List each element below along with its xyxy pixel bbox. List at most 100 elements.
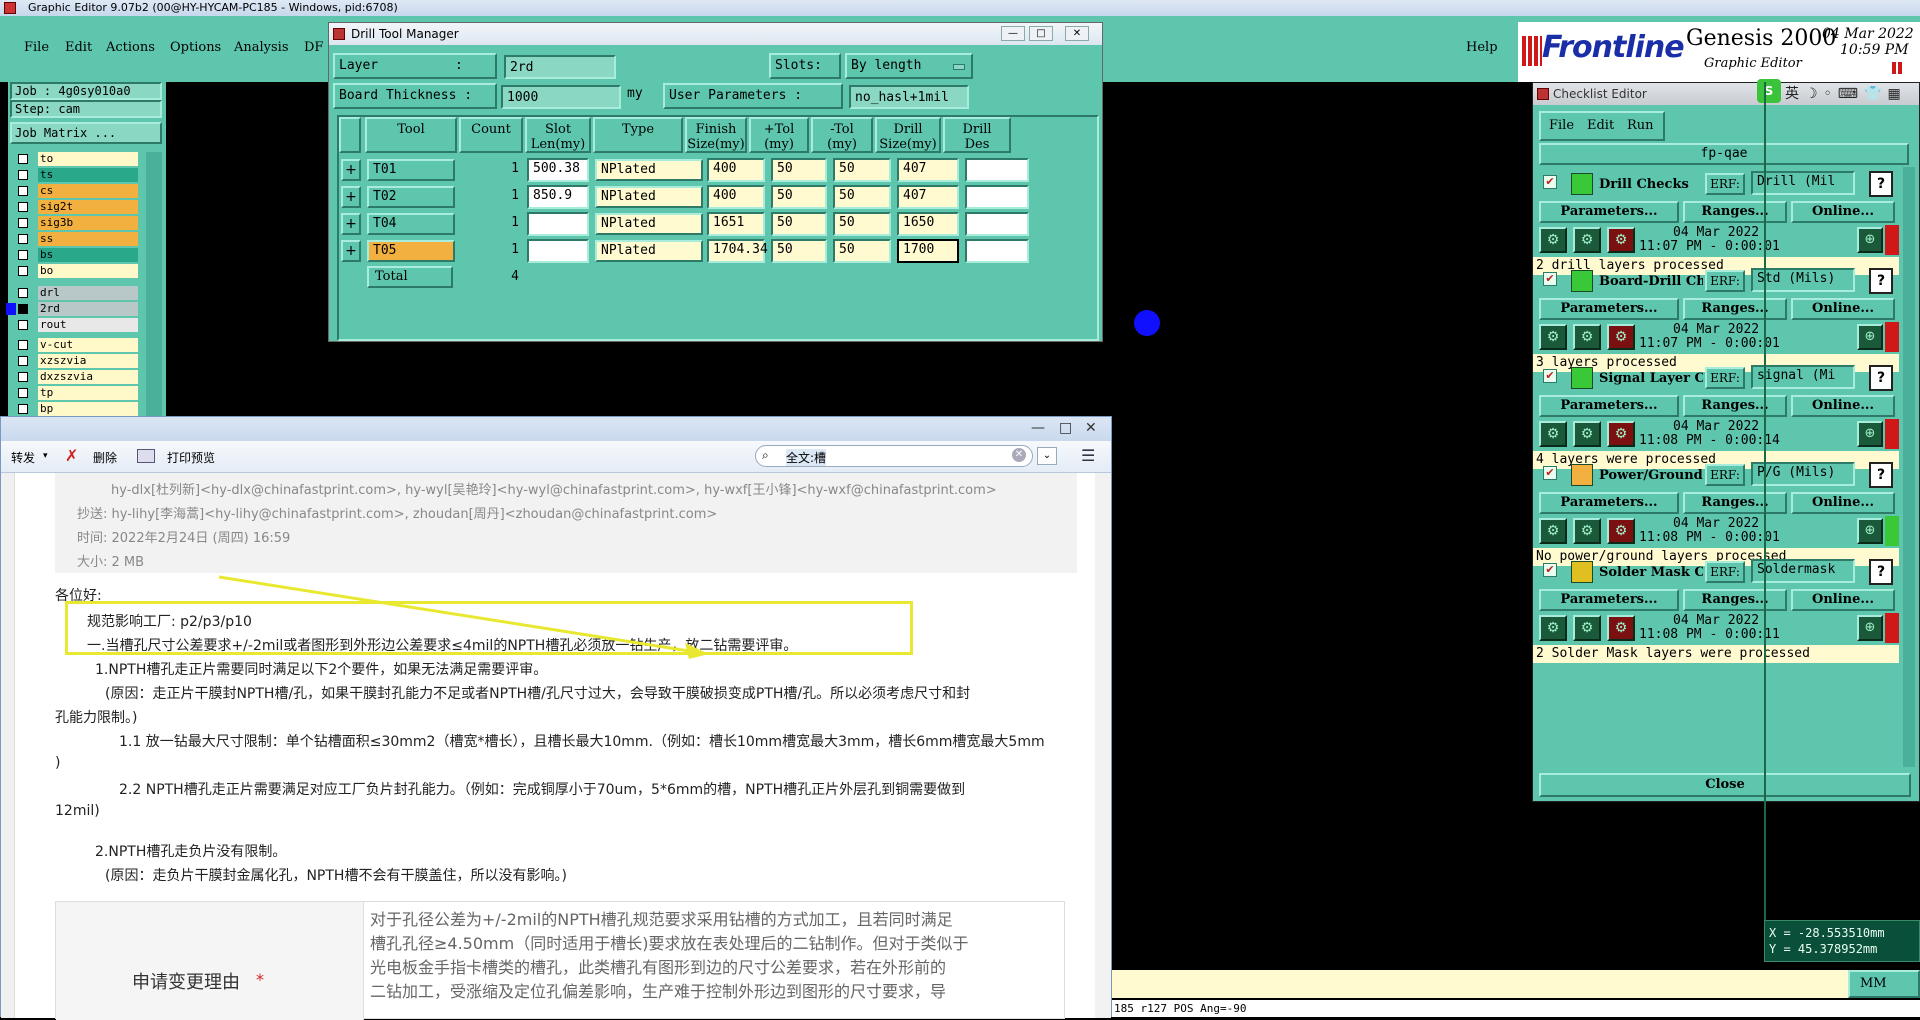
layer-checkbox[interactable] [18,288,28,298]
cell-ptol-input[interactable]: 50 [771,239,827,263]
layer-checkbox[interactable] [18,304,28,314]
checklist-menu-file[interactable]: File [1549,118,1574,133]
help-icon[interactable]: ? [1869,268,1893,294]
checklist-item-checkbox[interactable]: ✔ [1543,466,1557,480]
zoom-results-icon[interactable]: ⊕ [1857,421,1883,447]
tool-button[interactable]: T01 [367,159,455,181]
stop-run-icon[interactable]: ⚙ [1607,227,1635,253]
layer-row-ts[interactable]: ts [16,168,138,182]
type-dropdown[interactable]: NPlated [595,159,703,181]
checklist-menu-run[interactable]: Run [1627,118,1654,133]
layer-checkbox[interactable] [18,234,28,244]
layer-row-to[interactable]: to [16,152,138,166]
parameters-button[interactable]: Parameters... [1539,589,1679,611]
menu-edit[interactable]: Edit [65,40,92,55]
layer-row-2rd[interactable]: 2rd [6,302,138,316]
parameters-button[interactable]: Parameters... [1539,492,1679,514]
chevron-down-icon[interactable]: ▾ [43,451,48,461]
cell-drill-input[interactable]: 407 [897,158,959,182]
cell-finish-input[interactable]: 400 [707,185,765,209]
layer-row-v-cut[interactable]: v-cut [16,338,138,352]
user-parameters-field[interactable]: no_hasl+1mil [849,85,969,109]
erf-dropdown[interactable]: signal (Mi [1751,365,1855,389]
layer-row-dxzszvia[interactable]: dxzszvia [16,370,138,384]
menu-df[interactable]: DF [304,40,323,55]
forward-button[interactable]: 转发 [11,449,35,466]
layer-value-field[interactable]: 2rd [504,55,616,79]
cell-finish-input[interactable]: 1704.34 [707,239,768,263]
ranges-button[interactable]: Ranges... [1683,492,1787,514]
cell-ptol-input[interactable]: 50 [771,185,827,209]
cell-drill-input[interactable]: 1700 [897,239,959,263]
cell-des-input[interactable] [965,185,1029,209]
maximize-icon[interactable]: □ [1029,26,1053,41]
checklist-item-checkbox[interactable]: ✔ [1543,175,1557,189]
mail-search-box[interactable]: ⌕ 全文:槽 ✕ [755,445,1033,467]
erf-dropdown[interactable]: P/G (Mils) [1751,462,1855,486]
menu-help[interactable]: Help [1466,40,1498,55]
layer-row-rout[interactable]: rout [16,318,138,332]
zoom-results-icon[interactable]: ⊕ [1857,615,1883,641]
layer-row-drl[interactable]: drl [16,286,138,300]
checklist-close-button[interactable]: Close [1539,773,1911,797]
layer-row-tp[interactable]: tp [16,386,138,400]
layer-row-bp[interactable]: bp [16,402,138,416]
online-button[interactable]: Online... [1791,492,1895,514]
type-dropdown[interactable]: NPlated [595,186,703,208]
cell-ptol-input[interactable]: 50 [771,212,827,236]
run-icon[interactable]: ⚙ [1539,421,1567,447]
printer-icon[interactable] [137,449,155,463]
layer-checkbox[interactable] [18,320,28,330]
cell-drill-input[interactable]: 407 [897,185,959,209]
run-all-icon[interactable]: ⚙ [1573,615,1601,641]
print-preview-button[interactable]: 打印预览 [167,449,215,466]
layer-row-sig3b[interactable]: sig3b [16,216,138,230]
cell-ptol-input[interactable]: 50 [771,158,827,182]
tool-button[interactable]: T02 [367,186,455,208]
ranges-button[interactable]: Ranges... [1683,589,1787,611]
expand-row-icon[interactable]: + [341,159,361,181]
cell-des-input[interactable] [965,239,1029,263]
run-icon[interactable]: ⚙ [1539,227,1567,253]
layer-checkbox[interactable] [18,266,28,276]
type-dropdown[interactable]: NPlated [595,213,703,235]
zoom-results-icon[interactable]: ⊕ [1857,227,1883,253]
online-button[interactable]: Online... [1791,298,1895,320]
stop-run-icon[interactable]: ⚙ [1607,421,1635,447]
board-thickness-input[interactable]: 1000 [501,85,621,109]
checklist-item-checkbox[interactable]: ✔ [1543,369,1557,383]
cell-ntol-input[interactable]: 50 [833,212,891,236]
pause-icon[interactable] [1892,62,1904,74]
delete-button[interactable]: 删除 [93,449,117,466]
layer-checkbox[interactable] [18,154,28,164]
layer-checkbox[interactable] [18,250,28,260]
cell-slot-len-input[interactable]: 850.9 [527,185,589,209]
cell-slot-len-input[interactable] [527,212,589,236]
run-all-icon[interactable]: ⚙ [1573,421,1601,447]
type-dropdown[interactable]: NPlated [595,240,703,262]
layer-row-bs[interactable]: bs [16,248,138,262]
ime-icon[interactable]: S [1757,79,1781,103]
parameters-button[interactable]: Parameters... [1539,201,1679,223]
layer-row-cs[interactable]: cs [16,184,138,198]
delete-icon[interactable]: ✗ [65,446,78,465]
menu-file[interactable]: File [24,40,49,55]
layer-row-bo[interactable]: bo [16,264,138,278]
layer-checkbox[interactable] [18,388,28,398]
ranges-button[interactable]: Ranges... [1683,395,1787,417]
layer-row-ss[interactable]: ss [16,232,138,246]
help-icon[interactable]: ? [1869,559,1893,585]
checklist-scrollbar[interactable] [1903,167,1915,767]
parameters-button[interactable]: Parameters... [1539,395,1679,417]
tool-button[interactable]: T04 [367,213,455,235]
cell-finish-input[interactable]: 400 [707,158,765,182]
zoom-results-icon[interactable]: ⊕ [1857,324,1883,350]
units-dropdown[interactable]: MM [1848,970,1920,998]
mail-search-input[interactable]: 全文:槽 [786,449,827,466]
cell-ntol-input[interactable]: 50 [833,185,891,209]
menu-options[interactable]: Options [170,40,221,55]
parameters-button[interactable]: Parameters... [1539,298,1679,320]
layer-checkbox[interactable] [18,340,28,350]
job-matrix-button[interactable]: Job Matrix ... [10,122,162,144]
close-icon[interactable]: ✕ [1085,420,1097,436]
